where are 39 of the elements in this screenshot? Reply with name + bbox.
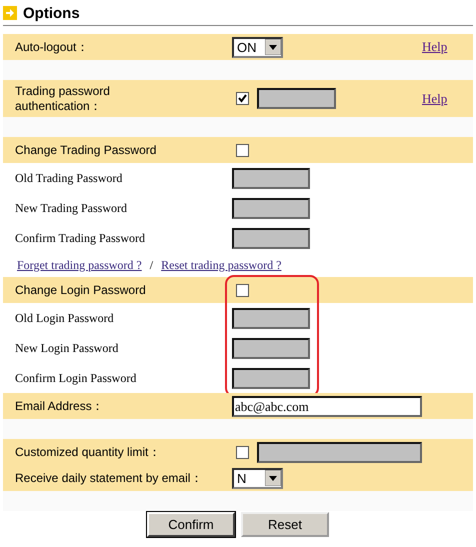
password-field[interactable]	[232, 338, 310, 358]
field-label: Old Login Password	[15, 310, 115, 326]
separator: /	[150, 258, 154, 272]
checkbox[interactable]	[236, 144, 249, 156]
field-label: Auto-logout：	[15, 38, 90, 56]
section-label: Change Trading Password	[15, 143, 158, 157]
page-title: Options	[23, 4, 80, 22]
forgot-password-link[interactable]: Forget trading password ?	[17, 258, 142, 272]
password-field[interactable]	[257, 88, 336, 109]
quantity-field[interactable]	[256, 442, 422, 462]
password-field[interactable]	[232, 168, 310, 188]
field-label: Old Trading Password	[15, 170, 124, 186]
email-field[interactable]: abc@abc.com	[232, 396, 422, 416]
dropdown[interactable]: N	[232, 468, 283, 488]
field-label: Confirm Trading Password	[15, 230, 146, 246]
password-field[interactable]	[232, 228, 310, 248]
password-field[interactable]	[232, 368, 310, 388]
field-label: Email Address：	[15, 398, 105, 414]
reset-button[interactable]: Reset	[241, 512, 329, 537]
checkbox[interactable]	[236, 284, 249, 296]
caret-icon	[265, 470, 281, 486]
section-label: Change Login Password	[15, 283, 147, 297]
confirm-button[interactable]: Confirm	[147, 512, 235, 537]
password-field[interactable]	[232, 308, 310, 328]
arrow-icon	[3, 6, 17, 20]
help-link[interactable]: Help	[422, 39, 448, 55]
field-label: Confirm Login Password	[15, 370, 138, 386]
field-label: New Login Password	[15, 340, 120, 356]
field-label: Trading password authentication：	[15, 84, 111, 114]
password-field[interactable]	[232, 198, 310, 218]
field-label: Receive daily statement by email：	[15, 470, 204, 486]
field-label: Customized quantity limit：	[15, 444, 162, 460]
field-label: New Trading Password	[15, 200, 128, 216]
dropdown[interactable]: ON	[232, 36, 283, 58]
checkbox[interactable]	[236, 92, 249, 105]
help-link[interactable]: Help	[422, 90, 448, 106]
caret-icon	[265, 39, 281, 55]
reset-password-link[interactable]: Reset trading password ?	[161, 258, 282, 272]
checkbox[interactable]	[236, 446, 249, 458]
